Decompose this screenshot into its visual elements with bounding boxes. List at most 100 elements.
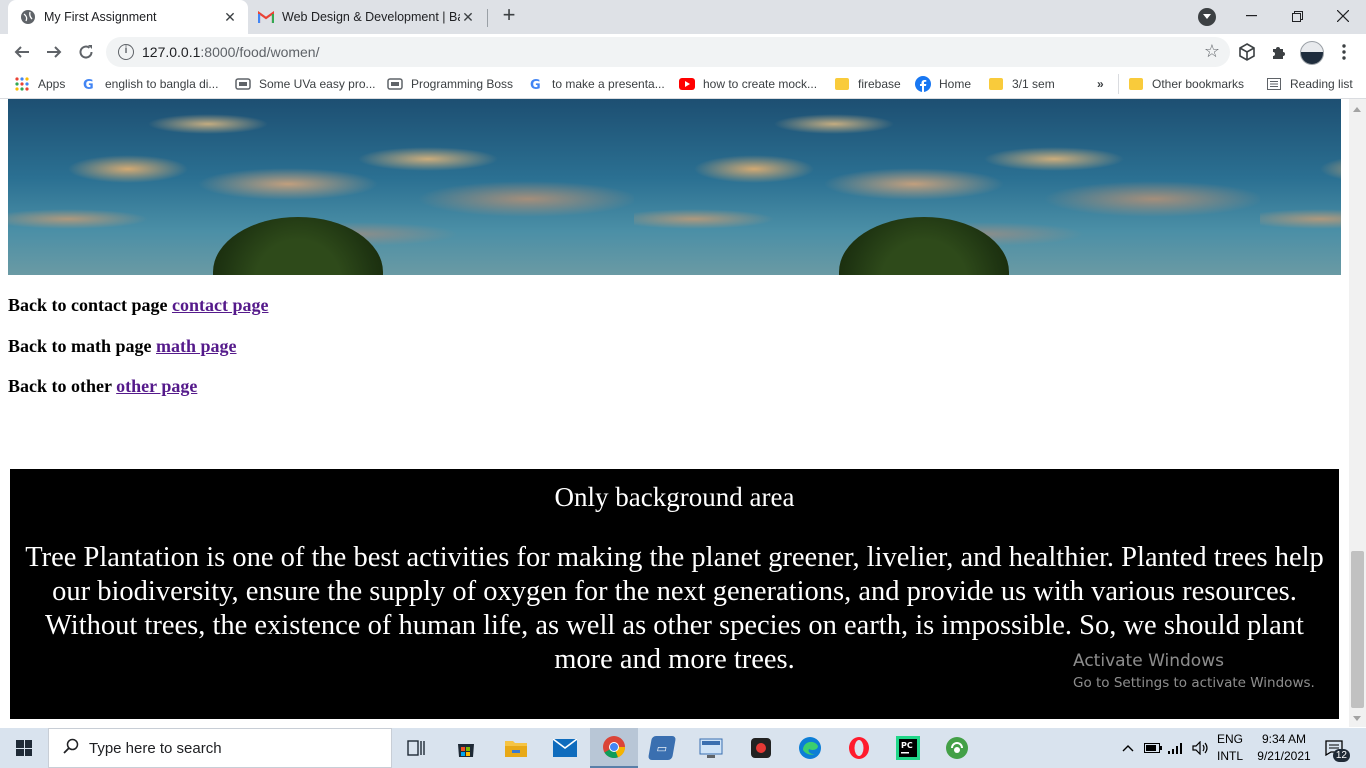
microsoft-store-icon[interactable] (442, 728, 490, 768)
bookmark-some-uva[interactable]: Some UVa easy pro... (235, 75, 376, 93)
tab-web-design[interactable]: Web Design & Development | Ba ✕ (250, 0, 486, 34)
tab-divider (487, 9, 488, 27)
background-banner (8, 99, 1341, 275)
page-scrollbar[interactable] (1349, 99, 1366, 727)
tab-strip: My First Assignment ✕ Web Design & Devel… (0, 0, 1366, 34)
link-prefix: Back to contact page (8, 295, 172, 315)
link-row-math: Back to math page math page (8, 336, 268, 377)
page-viewport: Back to contact page contact page Back t… (0, 99, 1349, 727)
site-icon (387, 76, 403, 92)
system-clock[interactable]: 9:34 AM 9/21/2021 (1252, 731, 1316, 765)
close-tab-icon[interactable]: ✕ (460, 9, 476, 25)
bookmarks-overflow-button[interactable]: » (1097, 75, 1104, 93)
svg-text:PC: PC (901, 741, 913, 750)
chrome-taskbar-icon[interactable] (590, 728, 638, 768)
bookmark-3-1-sem[interactable]: 3/1 sem (988, 75, 1055, 93)
link-row-contact: Back to contact page contact page (8, 295, 268, 336)
youtube-icon (679, 76, 695, 92)
bookmark-label: firebase (858, 77, 901, 91)
tree-image (839, 217, 1009, 275)
address-bar[interactable]: i 127.0.0.1:8000/food/women/ ☆ (106, 37, 1230, 67)
pycharm-icon[interactable]: PC (884, 728, 932, 768)
show-hidden-icons[interactable] (1122, 728, 1134, 768)
globe-icon (20, 9, 36, 25)
bookmark-english-to-bangla[interactable]: G english to bangla di... (81, 75, 218, 93)
bookmark-programming-boss[interactable]: Programming Boss (387, 75, 513, 93)
forward-button[interactable] (40, 38, 68, 66)
other-page-link[interactable]: other page (116, 376, 197, 396)
bookmark-label: Apps (38, 77, 66, 91)
other-bookmarks[interactable]: Other bookmarks (1128, 75, 1244, 93)
restore-button[interactable] (1274, 0, 1320, 32)
taskbar-search[interactable]: Type here to search (48, 728, 392, 768)
bookmark-apps[interactable]: Apps (14, 75, 65, 93)
notification-count-badge: 12 (1332, 749, 1350, 762)
activate-windows-watermark: Activate Windows Go to Settings to activ… (1073, 651, 1315, 691)
task-view-button[interactable] (392, 728, 440, 768)
remote-app-icon[interactable]: ▭ (638, 728, 686, 768)
volume-icon[interactable] (1192, 728, 1210, 768)
extensions-puzzle-icon[interactable] (1269, 42, 1289, 62)
apps-grid-icon (14, 76, 30, 92)
bookmark-label: Some UVa easy pro... (259, 77, 376, 91)
input-language[interactable]: ENG INTL (1217, 731, 1247, 765)
notification-center-button[interactable]: 12 (1322, 736, 1350, 762)
network-icon[interactable] (1168, 728, 1184, 768)
reading-list[interactable]: Reading list (1266, 75, 1353, 93)
start-button[interactable] (0, 728, 48, 768)
bookmark-mock[interactable]: how to create mock... (679, 75, 817, 93)
info-icon[interactable]: i (118, 44, 134, 60)
tab-search-icon[interactable] (1198, 8, 1216, 26)
bookmark-presentation[interactable]: G to make a presenta... (528, 75, 665, 93)
folder-icon (834, 76, 850, 92)
bookmark-firebase[interactable]: firebase (834, 75, 901, 93)
windows-logo-icon (16, 740, 32, 756)
search-icon (63, 738, 79, 759)
tree-image (213, 217, 383, 275)
watermark-subtitle: Go to Settings to activate Windows. (1073, 675, 1315, 691)
scroll-up-arrow-icon[interactable] (1353, 107, 1361, 112)
reading-list-label: Reading list (1290, 77, 1353, 91)
bookmark-home[interactable]: Home (915, 75, 971, 93)
folder-icon (988, 76, 1004, 92)
scrollbar-thumb[interactable] (1351, 551, 1364, 708)
bookmark-label: 3/1 sem (1012, 77, 1055, 91)
tab-title: Web Design & Development | Ba (282, 10, 460, 24)
screen-recorder-icon[interactable] (737, 728, 785, 768)
contact-page-link[interactable]: contact page (172, 295, 268, 315)
edge-icon[interactable] (786, 728, 834, 768)
bookmark-label: english to bangla di... (105, 77, 219, 91)
language-code: ENG (1217, 732, 1244, 746)
profile-avatar[interactable] (1300, 41, 1324, 65)
control-panel-icon[interactable] (687, 728, 735, 768)
back-button[interactable] (8, 38, 36, 66)
reload-button[interactable] (72, 38, 100, 66)
reading-list-icon (1266, 76, 1282, 92)
scroll-down-arrow-icon[interactable] (1353, 716, 1361, 721)
sky-tree-image (1260, 99, 1341, 275)
close-window-button[interactable] (1320, 0, 1366, 32)
new-tab-button[interactable]: + (498, 4, 520, 27)
sky-tree-image (634, 99, 1260, 275)
bookmarks-bar: Apps G english to bangla di... Some UVa … (0, 70, 1366, 98)
search-placeholder: Type here to search (89, 739, 222, 757)
battery-icon[interactable] (1144, 728, 1162, 768)
language-layout: INTL (1217, 749, 1244, 763)
close-tab-icon[interactable]: ✕ (222, 9, 238, 25)
bookmark-label: to make a presenta... (552, 77, 665, 91)
math-page-link[interactable]: math page (156, 336, 237, 356)
tab-my-first-assignment[interactable]: My First Assignment ✕ (8, 0, 248, 34)
bookmark-label: Home (939, 77, 972, 91)
mail-icon[interactable] (541, 728, 589, 768)
url-path: :8000/food/women/ (200, 44, 320, 60)
gmail-icon (258, 9, 274, 25)
file-explorer-icon[interactable] (492, 728, 540, 768)
minimize-button[interactable] (1228, 0, 1274, 32)
bookmark-star-icon[interactable]: ☆ (1204, 41, 1220, 62)
opera-icon[interactable] (835, 728, 883, 768)
extension-cube-icon[interactable] (1237, 42, 1257, 62)
chrome-menu-icon[interactable] (1334, 42, 1354, 62)
excel-ish-icon[interactable] (933, 728, 981, 768)
clock-date: 9/21/2021 (1257, 749, 1311, 763)
google-icon: G (81, 76, 97, 92)
